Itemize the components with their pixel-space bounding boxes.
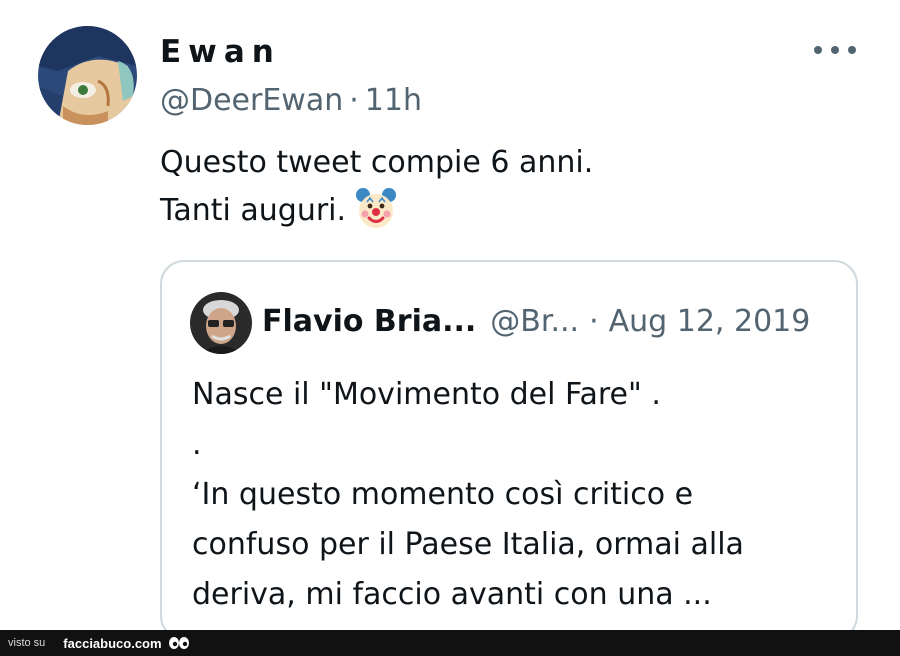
author-name[interactable]: Ewan <box>160 34 281 70</box>
author-avatar[interactable] <box>38 26 137 125</box>
tweet-text-line: Tanti auguri. <box>160 193 347 228</box>
author-handle[interactable]: @DeerEwan <box>160 83 343 118</box>
author-meta: @DeerEwan · 11h <box>160 83 422 118</box>
quoted-avatar-photo-image <box>190 292 252 354</box>
quoted-author-name[interactable]: Flavio Bria... <box>262 304 476 339</box>
quoted-tweet-date[interactable]: Aug 12, 2019 <box>609 304 811 339</box>
quoted-text-line: confuso per il Paese Italia, ormai alla <box>192 527 744 562</box>
quoted-tweet-header: Flavio Bria... @Br... · Aug 12, 2019 <box>262 304 810 339</box>
tweet-text-line-2: Tanti auguri. <box>160 186 593 244</box>
watermark-site[interactable]: facciabuco.com <box>63 636 161 651</box>
tweet-text-line: Questo tweet compie 6 anni. <box>160 145 594 180</box>
quoted-text-line: deriva, mi faccio avanti con una ... <box>192 577 712 612</box>
more-dot <box>831 46 839 54</box>
more-dot <box>814 46 822 54</box>
meta-separator: · <box>349 83 359 118</box>
quoted-text-line: . <box>192 427 202 462</box>
quoted-author-handle[interactable]: @Br... <box>490 304 579 339</box>
quoted-author-avatar[interactable] <box>190 292 252 354</box>
quoted-text-line: Nasce il "Movimento del Fare" . <box>192 377 661 412</box>
tweet-text: Questo tweet compie 6 anni. Tanti auguri… <box>160 140 593 244</box>
watermark-prefix: visto su <box>8 637 46 649</box>
clown-face-emoji-icon <box>354 186 398 244</box>
more-dot <box>848 46 856 54</box>
quoted-meta-separator: · <box>589 304 599 339</box>
eyes-logo-icon <box>168 636 190 650</box>
avatar-portrait-image <box>38 26 137 125</box>
more-horizontal-icon[interactable] <box>814 38 856 62</box>
tweet-card[interactable]: Ewan @DeerEwan · 11h Questo tweet compie 6… <box>0 0 900 640</box>
quoted-tweet-text: Nasce il "Movimento del Fare" . . ‘In qu… <box>192 370 744 620</box>
quoted-text-line: ‘In questo momento così critico e <box>192 477 694 512</box>
tweet-timestamp[interactable]: 11h <box>365 83 422 118</box>
watermark-bar: visto su facciabuco.com <box>0 630 900 656</box>
quoted-tweet[interactable]: Flavio Bria... @Br... · Aug 12, 2019 Nasce … <box>160 260 858 640</box>
